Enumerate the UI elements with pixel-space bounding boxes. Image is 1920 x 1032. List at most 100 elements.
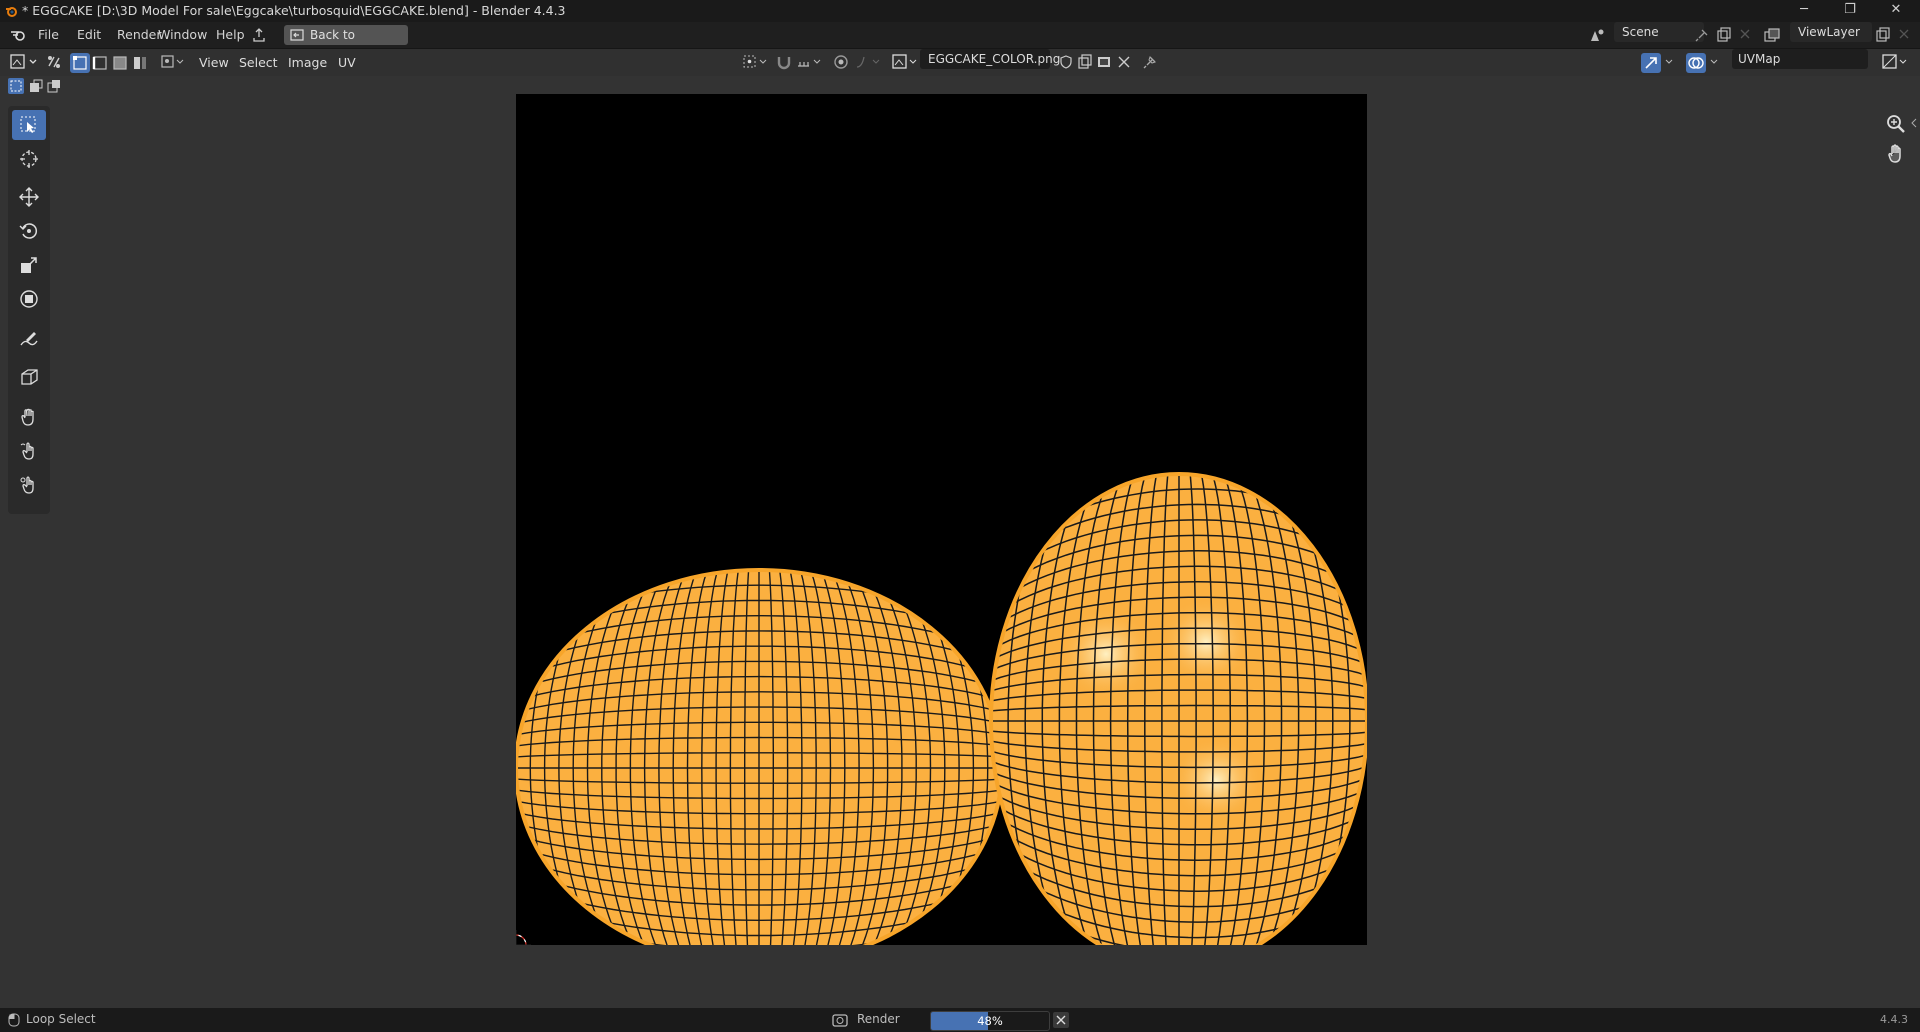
unlink-image-icon[interactable] [1117, 55, 1131, 69]
tool-relax[interactable] [12, 436, 46, 466]
image-browse-icon[interactable] [892, 54, 920, 70]
pan-gizmo[interactable] [1882, 140, 1910, 168]
version-label: 4.4.3 [1880, 1013, 1908, 1026]
highlight-spot [1058, 608, 1154, 700]
menu-file[interactable]: File [32, 26, 65, 44]
uv-image-canvas[interactable] [516, 94, 1367, 945]
editor-type-icon[interactable] [10, 54, 40, 70]
uv-editor-header: View Select Image UV EGGCAKE_COLOR.png U… [0, 48, 1920, 77]
duplicate-image-icon[interactable] [1077, 54, 1093, 70]
close-icon [1056, 1015, 1066, 1025]
close-icon: ✕ [1890, 2, 1902, 17]
sync-selection-icon[interactable] [46, 54, 62, 70]
display-channels-icon[interactable] [1882, 54, 1910, 70]
status-hint: Loop Select [26, 1012, 96, 1026]
pan-hand-icon [1888, 144, 1901, 163]
tool-grab[interactable] [12, 402, 46, 432]
zoom-gizmo[interactable] [1882, 110, 1910, 138]
uv-island-left[interactable] [516, 568, 1004, 945]
face-select-mode-button[interactable] [110, 53, 130, 73]
close-window-button[interactable]: ✕ [1873, 0, 1919, 22]
new-view-layer-icon[interactable] [1875, 27, 1891, 43]
menu-edit[interactable]: Edit [71, 26, 107, 44]
highlight-spot [1170, 738, 1262, 822]
status-bar: Loop Select Render 48% 4.4.3 [0, 1008, 1920, 1032]
scene-field[interactable]: Scene [1614, 22, 1704, 42]
scale-icon [21, 257, 37, 273]
menu-help[interactable]: Help [210, 26, 251, 44]
tool-select-box[interactable] [12, 110, 46, 140]
relax-icon [20, 442, 34, 460]
new-scene-icon[interactable] [1716, 27, 1732, 43]
view-layer-field[interactable]: ViewLayer [1790, 22, 1872, 42]
tool-scale[interactable] [12, 250, 46, 280]
minimize-button[interactable]: ─ [1781, 0, 1827, 22]
falloff-curve-icon[interactable] [855, 54, 883, 70]
cancel-render-button[interactable] [1053, 1012, 1069, 1028]
back-to-previous-button[interactable]: Back to Previous [284, 25, 408, 62]
island-select-mode-button[interactable] [130, 53, 150, 73]
overlays-dropdown-icon[interactable] [1709, 57, 1719, 67]
scene-icon[interactable] [1589, 27, 1605, 43]
remove-view-layer-icon[interactable] [1898, 28, 1910, 40]
edge-select-mode-button[interactable] [90, 53, 110, 73]
face-mode-icon [113, 56, 127, 70]
annotate-icon [20, 332, 38, 346]
tool-pinch[interactable] [12, 470, 46, 500]
tool-transform[interactable] [12, 284, 46, 314]
tool-cursor[interactable] [12, 144, 46, 174]
proportional-editing-icon[interactable] [833, 54, 849, 70]
pin-icon[interactable] [1695, 28, 1709, 42]
menu-window[interactable]: Window [152, 26, 213, 44]
pin-image-icon[interactable] [1142, 54, 1158, 70]
sidebar-expand-icon[interactable] [1910, 118, 1918, 128]
cursor-icon [20, 150, 38, 168]
open-image-icon[interactable] [1096, 54, 1112, 70]
fake-user-shield-icon[interactable] [1058, 54, 1074, 70]
window-title: * EGGCAKE [D:\3D Model For sale\Eggcake\… [22, 3, 566, 18]
gizmo-dropdown-icon[interactable] [1664, 57, 1674, 67]
image-name-field[interactable]: EGGCAKE_COLOR.png [920, 49, 1060, 69]
select-set-new-icon[interactable] [8, 78, 24, 94]
edge-mode-icon [92, 56, 107, 70]
overlays-icon [1688, 57, 1704, 69]
screen-back-icon [290, 29, 304, 41]
header-menu-select[interactable]: Select [234, 54, 283, 72]
minimize-icon: ─ [1800, 2, 1808, 17]
move-icon [19, 187, 39, 207]
tool-rotate[interactable] [12, 216, 46, 246]
snap-increment-icon[interactable] [796, 54, 824, 70]
pinch-icon [20, 476, 34, 494]
overlays-toggle-button[interactable] [1686, 53, 1706, 73]
title-bar: * EGGCAKE [D:\3D Model For sale\Eggcake\… [0, 0, 1920, 22]
remove-scene-icon[interactable] [1739, 28, 1751, 40]
export-icon[interactable] [252, 28, 266, 42]
top-menu-bar: File Edit Render Window Help Back to Pre… [0, 22, 1920, 62]
sticky-selection-icon[interactable] [160, 54, 186, 70]
pivot-point-icon[interactable] [742, 54, 770, 70]
select-box-icon [20, 116, 36, 133]
maximize-button[interactable]: ❐ [1827, 0, 1873, 22]
snap-magnet-icon[interactable] [776, 54, 792, 70]
tool-move[interactable] [12, 182, 46, 212]
header-menu-image[interactable]: Image [283, 54, 332, 72]
island-mode-icon [134, 57, 146, 69]
select-extend-icon[interactable] [28, 78, 44, 94]
render-progress-bar: 48% [930, 1011, 1050, 1031]
tool-rip-region[interactable] [12, 362, 46, 392]
header-menu-uv[interactable]: UV [333, 54, 361, 72]
gizmo-toggle-button[interactable] [1641, 53, 1661, 73]
uv-map-name: UVMap [1738, 52, 1781, 66]
uv-map-field[interactable]: UVMap [1732, 49, 1868, 69]
scene-name: Scene [1622, 25, 1659, 39]
select-subtract-icon[interactable] [46, 78, 62, 94]
gizmo-icon [1645, 57, 1657, 69]
view-layer-icon[interactable] [1764, 27, 1780, 43]
uv-island-right[interactable] [989, 472, 1367, 946]
vertex-select-mode-button[interactable] [70, 53, 90, 73]
header-menu-view[interactable]: View [194, 54, 234, 72]
rip-icon [21, 369, 38, 385]
tool-annotate[interactable] [12, 324, 46, 354]
blender-menu-icon[interactable] [10, 29, 26, 41]
rotate-icon [19, 223, 38, 239]
